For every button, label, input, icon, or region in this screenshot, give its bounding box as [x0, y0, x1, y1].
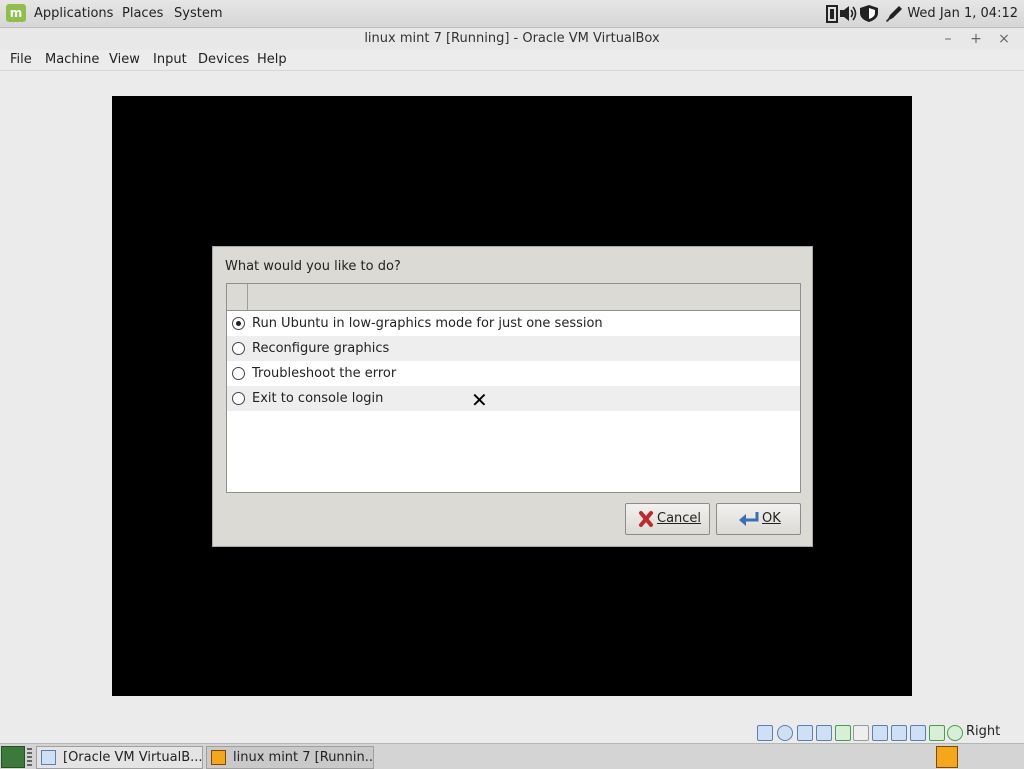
- radio-button[interactable]: [232, 367, 245, 380]
- radio-button[interactable]: [232, 317, 245, 330]
- option-row[interactable]: Run Ubuntu in low-graphics mode for just…: [227, 311, 800, 336]
- hard-disk-icon[interactable]: [757, 725, 773, 741]
- mouse-cursor-icon: ✕: [471, 388, 488, 412]
- option-label: Run Ubuntu in low-graphics mode for just…: [252, 316, 603, 331]
- top-panel: m Applications Places System Wed Jan 1, …: [0, 0, 1024, 28]
- option-label: Troubleshoot the error: [252, 366, 397, 381]
- pen-icon[interactable]: [884, 4, 904, 23]
- mint-menu-icon[interactable]: m: [6, 4, 26, 22]
- taskbar-item[interactable]: linux mint 7 [Runnin...: [206, 746, 374, 769]
- shared-folders-icon[interactable]: [853, 725, 869, 741]
- applications-menu[interactable]: Applications: [34, 0, 113, 27]
- virtualbox-tray-icon[interactable]: [936, 746, 958, 768]
- network-adapter-icon[interactable]: [816, 725, 832, 741]
- cancel-button[interactable]: Cancel: [625, 503, 710, 535]
- show-desktop-icon[interactable]: [1, 746, 25, 768]
- maximize-button[interactable]: +: [965, 28, 987, 50]
- option-row[interactable]: Exit to console login: [227, 386, 800, 411]
- window-title: linux mint 7 [Running] - Oracle VM Virtu…: [0, 28, 1024, 50]
- menu-machine[interactable]: Machine: [45, 50, 99, 70]
- option-label: Exit to console login: [252, 391, 384, 406]
- taskbar-item-label: [Oracle VM VirtualB...: [63, 750, 203, 765]
- dialog-prompt: What would you like to do?: [225, 259, 401, 274]
- menu-view[interactable]: View: [109, 50, 140, 70]
- audio-icon[interactable]: [797, 725, 813, 741]
- virtualbox-manager-icon: [41, 750, 56, 765]
- option-label: Reconfigure graphics: [252, 341, 390, 356]
- usb-icon[interactable]: [835, 725, 851, 741]
- mouse-integration-icon[interactable]: [929, 725, 945, 741]
- menu-help[interactable]: Help: [257, 50, 287, 70]
- ok-label: OK: [762, 511, 781, 526]
- network-icon[interactable]: [826, 4, 838, 23]
- shield-icon[interactable]: [858, 4, 880, 23]
- radio-button[interactable]: [232, 342, 245, 355]
- enter-arrow-icon: [739, 512, 759, 526]
- keyboard-capture-icon[interactable]: [947, 725, 963, 741]
- taskbar-grip[interactable]: [27, 748, 32, 766]
- ok-button[interactable]: OK: [716, 503, 801, 535]
- low-graphics-dialog: What would you like to do? Run Ubuntu in…: [212, 246, 813, 547]
- optical-drive-icon[interactable]: [777, 725, 793, 741]
- cancel-label: Cancel: [657, 511, 702, 526]
- list-header-column[interactable]: [227, 284, 248, 310]
- taskbar: [Oracle VM VirtualB... linux mint 7 [Run…: [0, 743, 1024, 769]
- system-menu[interactable]: System: [174, 0, 222, 27]
- cpu-icon[interactable]: [910, 725, 926, 741]
- option-row[interactable]: Troubleshoot the error: [227, 361, 800, 386]
- volume-icon[interactable]: [839, 4, 859, 23]
- menu-file[interactable]: File: [10, 50, 32, 70]
- option-row[interactable]: Reconfigure graphics: [227, 336, 800, 361]
- list-header: [227, 284, 800, 311]
- vm-window-icon: [211, 750, 226, 765]
- close-button[interactable]: ×: [993, 28, 1015, 50]
- places-menu[interactable]: Places: [122, 0, 163, 27]
- display-icon[interactable]: [872, 725, 888, 741]
- menu-devices[interactable]: Devices: [198, 50, 249, 70]
- menu-input[interactable]: Input: [153, 50, 187, 70]
- minimize-button[interactable]: –: [937, 28, 959, 50]
- taskbar-item[interactable]: [Oracle VM VirtualB...: [36, 746, 203, 769]
- cancel-icon: [639, 511, 653, 527]
- clock[interactable]: Wed Jan 1, 04:12: [907, 0, 1018, 27]
- taskbar-item-label: linux mint 7 [Runnin...: [233, 750, 374, 765]
- menubar: File Machine View Input Devices Help: [0, 50, 1024, 71]
- video-capture-icon[interactable]: [891, 725, 907, 741]
- options-list: Run Ubuntu in low-graphics mode for just…: [226, 283, 801, 493]
- radio-button[interactable]: [232, 392, 245, 405]
